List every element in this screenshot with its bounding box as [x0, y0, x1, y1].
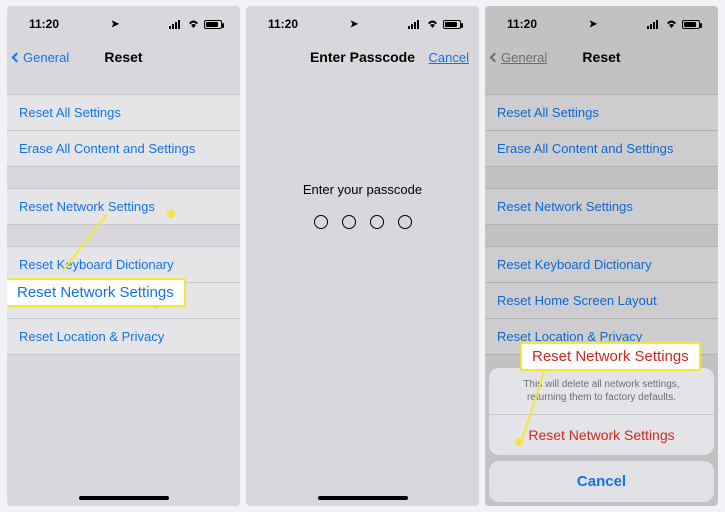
- status-bar: 11:20 ➤: [7, 6, 240, 42]
- cellular-signal-icon: [647, 20, 661, 29]
- passcode-dots: [314, 215, 412, 229]
- back-button: General: [491, 50, 547, 65]
- sheet-message: This will delete all network settings, r…: [489, 368, 714, 414]
- status-bar: 11:20 ➤: [485, 6, 718, 42]
- status-time: 11:20: [507, 17, 537, 31]
- back-label: General: [23, 50, 69, 65]
- wifi-icon: [187, 19, 200, 29]
- highlight-dot: [167, 210, 175, 218]
- reset-location-privacy[interactable]: Reset Location & Privacy: [7, 318, 240, 355]
- battery-icon: [204, 20, 222, 29]
- erase-all-content[interactable]: Erase All Content and Settings: [7, 130, 240, 167]
- location-icon: ➤: [350, 19, 358, 30]
- nav-bar: Enter Passcode Cancel: [246, 42, 479, 72]
- reset-network-settings: Reset Network Settings: [485, 188, 718, 225]
- status-bar: 11:20 ➤: [246, 6, 479, 42]
- erase-all-content: Erase All Content and Settings: [485, 130, 718, 167]
- back-button[interactable]: General: [13, 50, 69, 65]
- battery-icon: [682, 20, 700, 29]
- home-indicator[interactable]: [318, 496, 408, 500]
- phone-screen-passcode: 11:20 ➤ Enter Passcode Cancel Enter your…: [246, 6, 479, 506]
- reset-all-settings: Reset All Settings: [485, 94, 718, 131]
- home-indicator[interactable]: [79, 496, 169, 500]
- sheet-cancel-button[interactable]: Cancel: [489, 461, 714, 502]
- wifi-icon: [665, 19, 678, 29]
- nav-bar: General Reset: [7, 42, 240, 72]
- page-title: Reset: [582, 49, 620, 65]
- phone-screen-confirm: 11:20 ➤ General Reset Reset All Settings…: [485, 6, 718, 506]
- status-time: 11:20: [268, 17, 298, 31]
- passcode-dot[interactable]: [314, 215, 328, 229]
- passcode-prompt: Enter your passcode: [303, 182, 422, 197]
- location-icon: ➤: [111, 19, 119, 30]
- passcode-dot[interactable]: [398, 215, 412, 229]
- cellular-signal-icon: [169, 20, 183, 29]
- passcode-dot[interactable]: [342, 215, 356, 229]
- chevron-left-icon: [12, 52, 22, 62]
- battery-icon: [443, 20, 461, 29]
- location-icon: ➤: [589, 19, 597, 30]
- page-title: Enter Passcode: [310, 49, 415, 65]
- callout-reset-network: Reset Network Settings: [7, 278, 186, 307]
- back-label: General: [501, 50, 547, 65]
- wifi-icon: [426, 19, 439, 29]
- cellular-signal-icon: [408, 20, 422, 29]
- phone-screen-reset: 11:20 ➤ General Reset Reset All Settings…: [7, 6, 240, 506]
- page-title: Reset: [104, 49, 142, 65]
- passcode-dot[interactable]: [370, 215, 384, 229]
- reset-home-screen-layout: Reset Home Screen Layout: [485, 282, 718, 319]
- highlight-dot: [515, 438, 523, 446]
- reset-keyboard-dictionary: Reset Keyboard Dictionary: [485, 246, 718, 283]
- nav-bar: General Reset: [485, 42, 718, 72]
- cancel-button[interactable]: Cancel: [429, 50, 469, 65]
- reset-network-settings[interactable]: Reset Network Settings: [7, 188, 240, 225]
- callout-reset-network: Reset Network Settings: [520, 342, 701, 371]
- reset-all-settings[interactable]: Reset All Settings: [7, 94, 240, 131]
- status-time: 11:20: [29, 17, 59, 31]
- chevron-left-icon: [490, 52, 500, 62]
